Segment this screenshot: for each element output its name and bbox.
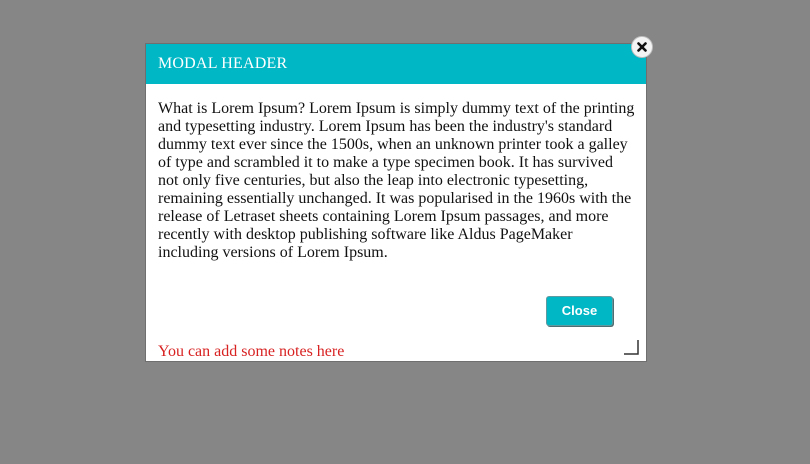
- modal-header-title: MODAL HEADER: [146, 44, 646, 84]
- modal-notes: You can add some notes here: [158, 343, 345, 360]
- close-icon[interactable]: [631, 36, 653, 58]
- modal-dialog: MODAL HEADER What is Lorem Ipsum? Lorem …: [145, 43, 647, 362]
- close-button[interactable]: Close: [546, 296, 613, 326]
- modal-body-text: What is Lorem Ipsum? Lorem Ipsum is simp…: [158, 100, 635, 261]
- resize-handle-icon[interactable]: [623, 339, 639, 355]
